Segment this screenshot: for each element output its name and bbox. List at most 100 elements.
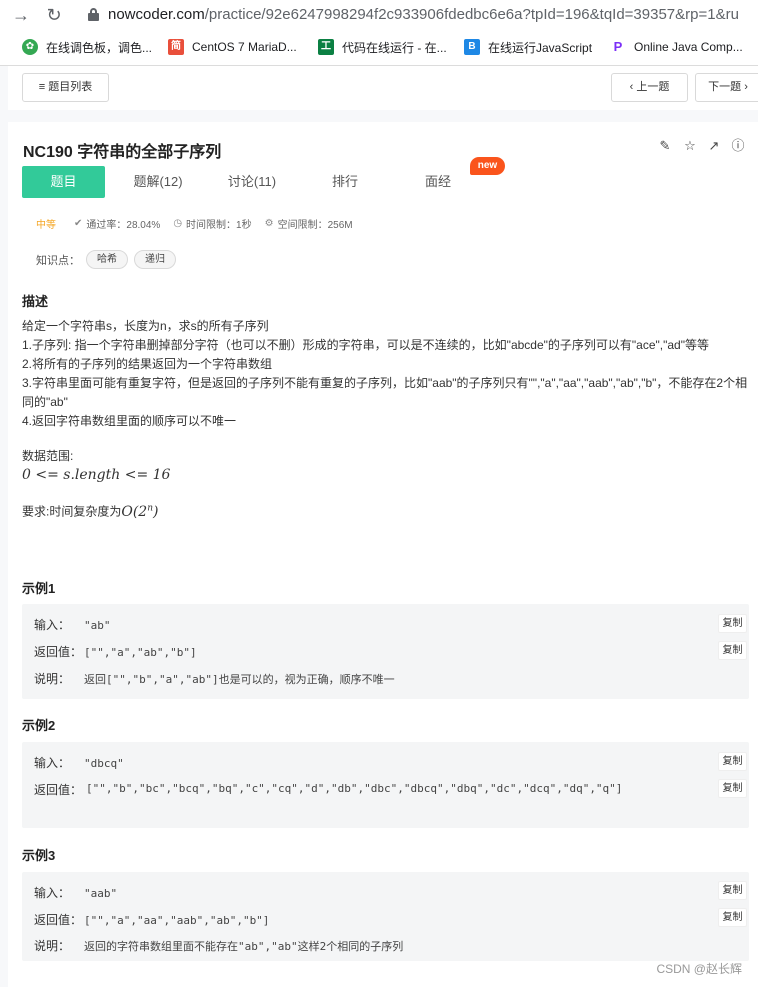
desc-line: 给定一个字符串s，长度为n，求s的所有子序列: [22, 319, 269, 333]
report-icon[interactable]: ⓘ: [731, 139, 745, 153]
lock-icon[interactable]: [88, 8, 99, 21]
star-icon[interactable]: ☆: [683, 139, 697, 153]
share-icon[interactable]: ↗: [707, 139, 721, 153]
output-value: ["","a","ab","b"]: [84, 646, 197, 659]
note-label: 说明：: [34, 672, 71, 686]
input-label: 输入：: [34, 756, 71, 770]
description-heading: 描述: [22, 294, 49, 309]
chevron-right-icon: ›: [744, 81, 748, 93]
range-formula: 0 <= s.length <= 16: [22, 467, 171, 483]
copy-button[interactable]: 复制: [718, 614, 747, 633]
tag-hash[interactable]: 哈希: [86, 250, 128, 269]
example-note-row: 说明： 返回的字符串数组里面不能存在"ab","ab"这样2个相同的子序列: [34, 937, 403, 954]
tab-discussion[interactable]: 讨论(11): [212, 166, 292, 198]
tag-recursion[interactable]: 递归: [134, 250, 176, 269]
difficulty-badge: 中等: [36, 219, 56, 231]
copy-button[interactable]: 复制: [718, 641, 747, 660]
tab-interview[interactable]: 面经: [398, 166, 478, 198]
desc-line: 3.字符串里面可能有重复字符，但是返回的子序列不能有重复的子序列，比如"aab"…: [22, 376, 748, 409]
input-value: "ab": [84, 619, 111, 632]
prev-problem-label: 上一题: [636, 81, 670, 93]
note-label: 说明：: [34, 939, 71, 953]
example-heading: 示例2: [22, 718, 56, 733]
tab-solutions[interactable]: 题解(12): [118, 166, 198, 198]
time-limit-text: 时间限制：1秒: [186, 219, 252, 231]
bookmark-code-runner[interactable]: 工代码在线运行 - 在...: [318, 38, 447, 56]
p-icon: P: [613, 39, 623, 54]
copy-button[interactable]: 复制: [718, 908, 747, 927]
tab-ranking[interactable]: 排行: [305, 166, 385, 198]
complexity-formula: O(2n): [121, 503, 159, 520]
reload-icon[interactable]: ↻: [43, 4, 65, 26]
pass-rate-text: 通过率：28.04%: [86, 219, 161, 231]
note-value: 返回的字符串数组里面不能存在"ab","ab"这样2个相同的子序列: [84, 940, 404, 953]
example-input-row: 输入： "aab": [34, 884, 117, 901]
input-value: "aab": [84, 887, 118, 900]
problem-card: NC190 字符串的全部子序列 ✎ ☆ ↗ ⓘ 题目 题解(12) 讨论(11)…: [8, 122, 758, 987]
memory-icon: ⚙: [264, 217, 274, 229]
chevron-left-icon: ‹: [629, 81, 634, 93]
check-circle-icon: ✔: [74, 217, 83, 229]
copy-button[interactable]: 复制: [718, 881, 747, 900]
list-icon: ≡: [38, 81, 46, 93]
pass-rate: ✔ 通过率：28.04%: [74, 216, 160, 231]
bookmark-palette[interactable]: ✿ 在线调色板，调色...: [22, 38, 152, 56]
complexity-close: ): [153, 503, 159, 520]
jian-icon: 简: [168, 39, 184, 55]
range-label: 数据范围:: [22, 449, 74, 463]
input-value: "dbcq": [84, 757, 124, 770]
url-text[interactable]: nowcoder.com/practice/92e6247998294f2c93…: [108, 6, 758, 23]
input-label: 输入：: [34, 618, 71, 632]
bookmark-label: 在线运行JavaScript: [488, 40, 593, 55]
url-path: /practice/92e6247998294f2c933906fdedbc6e…: [204, 6, 739, 23]
example-box: 输入： "aab" 复制 返回值： ["","a","aa","aab","ab",…: [22, 872, 749, 961]
tab-problem[interactable]: 题目: [22, 166, 105, 198]
browser-chrome: → ↻ nowcoder.com/practice/92e6247998294f…: [0, 0, 758, 66]
example-output-row: 返回值： ["","a","aa","aab","ab","b"]: [34, 911, 269, 928]
copy-button[interactable]: 复制: [718, 779, 747, 798]
example-output-label-row: 返回值：: [34, 781, 84, 798]
url-host: nowcoder.com: [108, 6, 205, 23]
bookmark-js-runner[interactable]: B 在线运行JavaScript: [464, 38, 592, 56]
bookmark-label: 代码在线运行 - 在...: [342, 40, 447, 55]
bookmark-centos[interactable]: 简 CentOS 7 MariaD...: [168, 38, 297, 56]
next-problem-button[interactable]: 下一题 ›: [695, 73, 758, 102]
clock-icon: ◷: [173, 217, 183, 229]
knowledge-label: 知识点：: [36, 254, 80, 267]
complexity-requirement: 要求:时间复杂度为O(2n): [22, 499, 752, 522]
bookmark-java-compiler[interactable]: P Online Java Comp...: [610, 38, 743, 56]
example-box: 输入： "dbcq" 复制 返回值： ["","b","bc","bcq","bq…: [22, 742, 749, 828]
desc-line: 4.返回字符串数组里面的顺序可以不唯一: [22, 414, 237, 428]
output-label: 返回值：: [34, 783, 83, 797]
time-limit: ◷ 时间限制：1秒: [173, 216, 251, 231]
problem-list-button[interactable]: ≡ 题目列表: [22, 73, 109, 102]
problem-title: NC190 字符串的全部子序列: [23, 144, 222, 161]
knowledge-points: 知识点： 哈希 递归: [36, 250, 176, 269]
note-value: 返回["","b","a","ab"]也是可以的，视为正确，顺序不唯一: [84, 673, 395, 686]
complexity-label: 要求:时间复杂度为: [22, 504, 122, 519]
address-bar: → ↻ nowcoder.com/practice/92e6247998294f…: [0, 0, 758, 30]
space-limit-text: 空间限制：256M: [277, 219, 353, 231]
copy-button[interactable]: 复制: [718, 752, 747, 771]
complexity-base: O(2: [121, 503, 148, 520]
prev-problem-button[interactable]: ‹ 上一题: [611, 73, 688, 102]
watermark: CSDN @赵长辉: [656, 962, 742, 976]
bookmark-label: CentOS 7 MariaD...: [192, 40, 297, 54]
output-label: 返回值：: [34, 645, 83, 659]
problem-topbar: ≡ 题目列表 ‹ 上一题 下一题 ›: [8, 66, 758, 110]
edit-icon[interactable]: ✎: [658, 139, 672, 153]
problem-meta: 中等 ✔ 通过率：28.04% ◷ 时间限制：1秒 ⚙ 空间限制：256M: [36, 215, 366, 231]
output-value: ["","a","aa","aab","ab","b"]: [84, 914, 270, 927]
palette-icon: ✿: [22, 39, 38, 55]
problem-tabs: 题目 题解(12) 讨论(11) 排行 面经 new: [22, 157, 742, 199]
next-problem-label: 下一题: [708, 81, 742, 93]
example-heading: 示例3: [22, 848, 56, 863]
example-output-row: 返回值： ["","a","ab","b"]: [34, 643, 197, 660]
code-icon: 工: [318, 39, 334, 55]
new-badge: new: [470, 157, 505, 175]
output-value: ["","b","bc","bcq","bq","c","cq","d","db…: [86, 782, 623, 795]
b-icon: B: [464, 39, 480, 55]
back-arrow-icon[interactable]: →: [10, 4, 32, 26]
example-input-row: 输入： "dbcq": [34, 754, 124, 771]
input-label: 输入：: [34, 886, 71, 900]
